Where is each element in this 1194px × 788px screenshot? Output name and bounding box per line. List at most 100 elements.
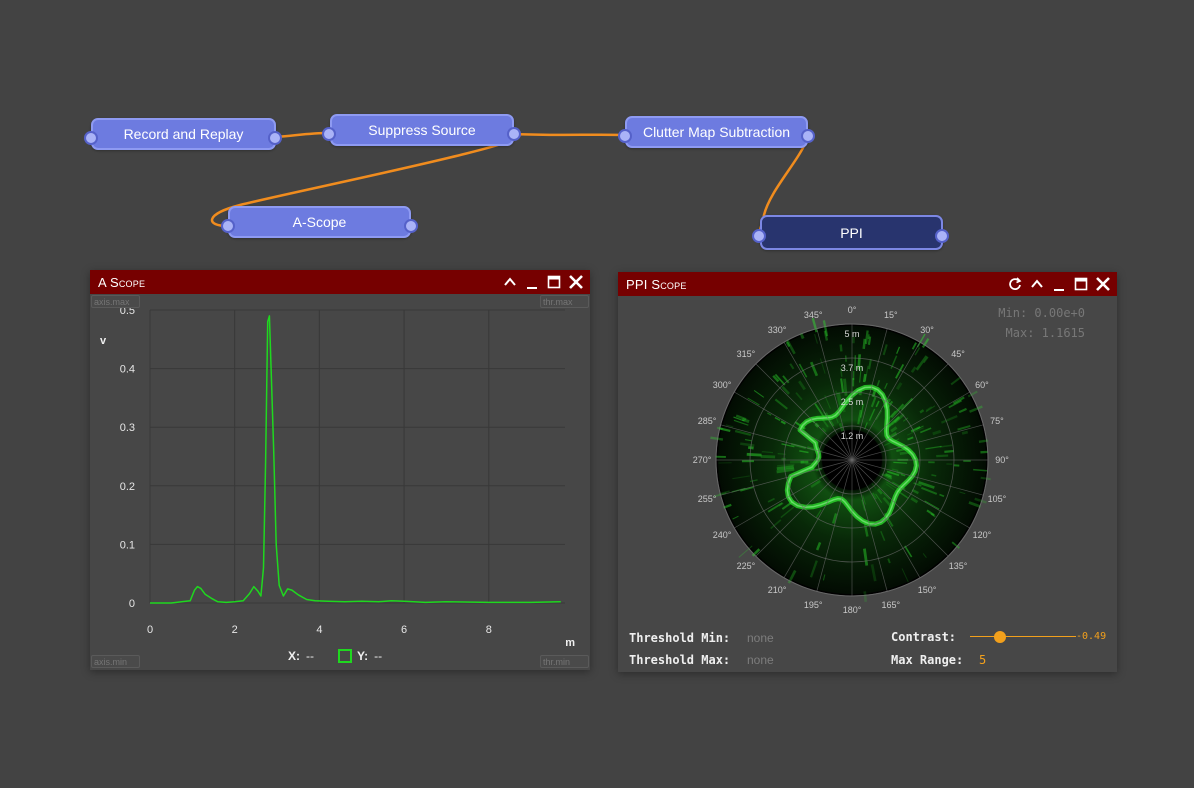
echo-streak — [980, 476, 991, 481]
node-output-port[interactable] — [801, 129, 815, 143]
ppi-scope-panel: PPI Scope Min: 0.00e+0 Max: 1.1615 5 m 3.… — [618, 272, 1117, 672]
minimize-icon[interactable] — [1051, 276, 1067, 292]
series-swatch-icon — [338, 649, 352, 663]
node-input-port[interactable] — [221, 219, 235, 233]
bearing-label: 210° — [768, 585, 787, 595]
a-scope-titlebar[interactable]: A Scope — [90, 270, 590, 294]
refresh-icon[interactable] — [1007, 276, 1023, 292]
bearing-label: 105° — [988, 494, 1007, 504]
threshold-max-input[interactable] — [540, 295, 589, 308]
x-readout-label: X: — [288, 649, 300, 663]
bearing-label: 300° — [713, 380, 732, 390]
node-ppi[interactable]: PPI — [760, 215, 943, 250]
bearing-label: 135° — [949, 561, 968, 571]
node-input-port[interactable] — [322, 127, 336, 141]
bearing-label: 60° — [975, 380, 989, 390]
bearing-label: 180° — [843, 605, 862, 615]
close-icon[interactable] — [1095, 276, 1111, 292]
a-scope-panel: A Scope 0 2 4 6 8 0 0.1 0.2 0.3 0.4 0.5 v m X: -- Y:… — [90, 270, 590, 670]
node-input-port[interactable] — [752, 229, 766, 243]
range-label: 3.7 m — [841, 363, 864, 373]
bearing-label: 315° — [737, 349, 756, 359]
readout: X: -- Y: -- — [288, 649, 382, 663]
node-label: Suppress Source — [368, 122, 476, 138]
contrast-value: -0.49 — [1076, 631, 1107, 642]
echo-streak — [738, 545, 753, 558]
x-tick-label: 6 — [401, 624, 407, 636]
node-label: A-Scope — [292, 214, 347, 230]
node-a-scope[interactable]: A-Scope — [228, 206, 411, 238]
x-tick-label: 2 — [232, 624, 238, 636]
node-output-port[interactable] — [507, 127, 521, 141]
contrast-slider[interactable] — [970, 630, 1076, 644]
connection-suppress-clutter — [513, 132, 626, 137]
threshold-max-value[interactable]: none — [747, 653, 774, 667]
echo-streak — [867, 336, 872, 345]
node-clutter-map-subtraction[interactable]: Clutter Map Subtraction — [625, 116, 808, 148]
ppi-radar-display[interactable]: 5 m 3.7 m 2.5 m 1.2 m 0° 15° 30° 45° 60° 75° 90° 10… — [618, 300, 1117, 630]
panel-title: PPI Scope — [626, 276, 687, 292]
threshold-min-value[interactable]: none — [747, 631, 774, 645]
range-label: 1.2 m — [841, 431, 864, 441]
node-output-port[interactable] — [404, 219, 418, 233]
maximize-icon[interactable] — [546, 274, 562, 290]
ppi-scope-titlebar[interactable]: PPI Scope — [618, 272, 1117, 296]
bearing-label: 165° — [881, 600, 900, 610]
node-input-port[interactable] — [618, 129, 632, 143]
bearing-label: 240° — [713, 530, 732, 540]
chevron-up-icon[interactable] — [1029, 276, 1045, 292]
max-range-value[interactable]: 5 — [979, 653, 986, 667]
range-label: 2.5 m — [841, 397, 864, 407]
bearing-label: 30° — [920, 325, 934, 335]
bearing-label: 285° — [698, 416, 717, 426]
bearing-label: 75° — [990, 416, 1004, 426]
node-input-port[interactable] — [84, 131, 98, 145]
y-tick-label: 0.1 — [120, 539, 135, 551]
bearing-label: 45° — [951, 349, 965, 359]
echo-streak — [746, 452, 762, 457]
slider-thumb[interactable] — [994, 631, 1006, 643]
bearing-label: 345° — [804, 310, 823, 320]
threshold-max-label: Threshold Max: — [629, 653, 731, 667]
x-tick-label: 0 — [147, 624, 153, 636]
x-axis-label: m — [565, 637, 575, 649]
y-readout-value: -- — [374, 649, 383, 663]
echo-streak — [843, 378, 848, 396]
bearing-label: 270° — [693, 455, 712, 465]
node-output-port[interactable] — [935, 229, 949, 243]
a-scope-chart[interactable]: 0 2 4 6 8 0 0.1 0.2 0.3 0.4 0.5 v m — [90, 308, 590, 658]
close-icon[interactable] — [568, 274, 584, 290]
bearing-label: 15° — [884, 310, 898, 320]
minimize-icon[interactable] — [524, 274, 540, 290]
node-label: PPI — [840, 224, 863, 241]
bearing-label: 90° — [995, 455, 1009, 465]
y-tick-label: 0.4 — [120, 364, 135, 376]
echo-streak — [864, 330, 869, 345]
y-tick-label: 0.5 — [120, 308, 135, 317]
node-output-port[interactable] — [268, 131, 282, 145]
x-readout-value: -- — [306, 649, 314, 663]
chevron-up-icon[interactable] — [502, 274, 518, 290]
echo-streak — [961, 430, 969, 435]
axis-max-input[interactable] — [91, 295, 140, 308]
y-axis-label: v — [100, 335, 107, 347]
maximize-icon[interactable] — [1073, 276, 1089, 292]
echo-streak — [944, 449, 955, 454]
max-range-label: Max Range: — [891, 653, 964, 667]
echo-streak — [839, 344, 843, 352]
echo-streak — [936, 454, 949, 458]
y-tick-label: 0.3 — [120, 422, 135, 434]
echo-streak — [893, 461, 908, 464]
bearing-label: 330° — [768, 325, 787, 335]
echo-streak — [862, 338, 867, 349]
bearing-label: 255° — [698, 494, 717, 504]
x-tick-label: 8 — [486, 624, 492, 636]
range-label: 5 m — [844, 329, 859, 339]
echo-streak — [760, 454, 776, 459]
node-suppress-source[interactable]: Suppress Source — [330, 114, 514, 146]
bearing-label: 150° — [918, 585, 937, 595]
bearing-label: 195° — [804, 600, 823, 610]
x-tick-label: 4 — [316, 624, 322, 636]
threshold-min-label: Threshold Min: — [629, 631, 731, 645]
node-record-and-replay[interactable]: Record and Replay — [91, 118, 276, 150]
